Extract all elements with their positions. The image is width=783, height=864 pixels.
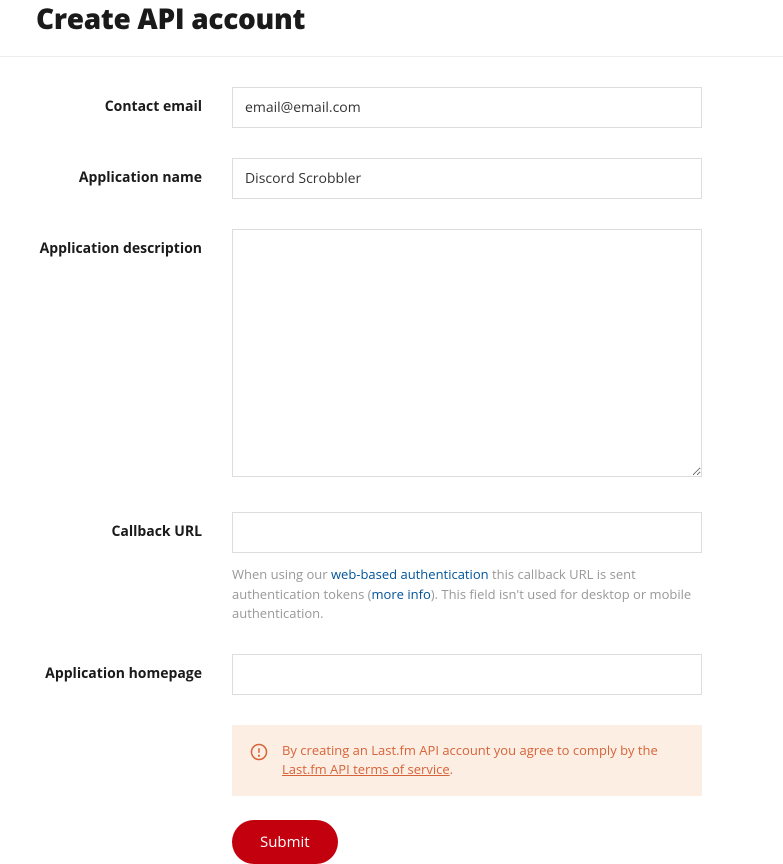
application-description-label: Application description: [36, 229, 232, 258]
callback-url-label: Callback URL: [36, 512, 232, 541]
application-homepage-label: Application homepage: [36, 654, 232, 683]
contact-email-label: Contact email: [36, 87, 232, 116]
application-description-input[interactable]: [232, 229, 702, 477]
terms-notice: By creating an Last.fm API account you a…: [232, 725, 702, 796]
api-account-form: Contact email Application name Applicati…: [0, 57, 783, 864]
terms-of-service-link[interactable]: Last.fm API terms of service: [282, 760, 450, 778]
application-homepage-input[interactable]: [232, 654, 702, 695]
web-based-auth-link[interactable]: web-based authentication: [331, 565, 489, 583]
contact-email-input[interactable]: [232, 87, 702, 128]
callback-url-help: When using our web-based authentication …: [232, 565, 702, 624]
application-name-input[interactable]: [232, 158, 702, 199]
callback-url-input[interactable]: [232, 512, 702, 553]
application-name-label: Application name: [36, 158, 232, 187]
more-info-link[interactable]: more info: [372, 585, 431, 603]
warning-icon: [250, 743, 268, 761]
page-title: Create API account: [36, 0, 783, 38]
submit-button[interactable]: Submit: [232, 820, 338, 864]
